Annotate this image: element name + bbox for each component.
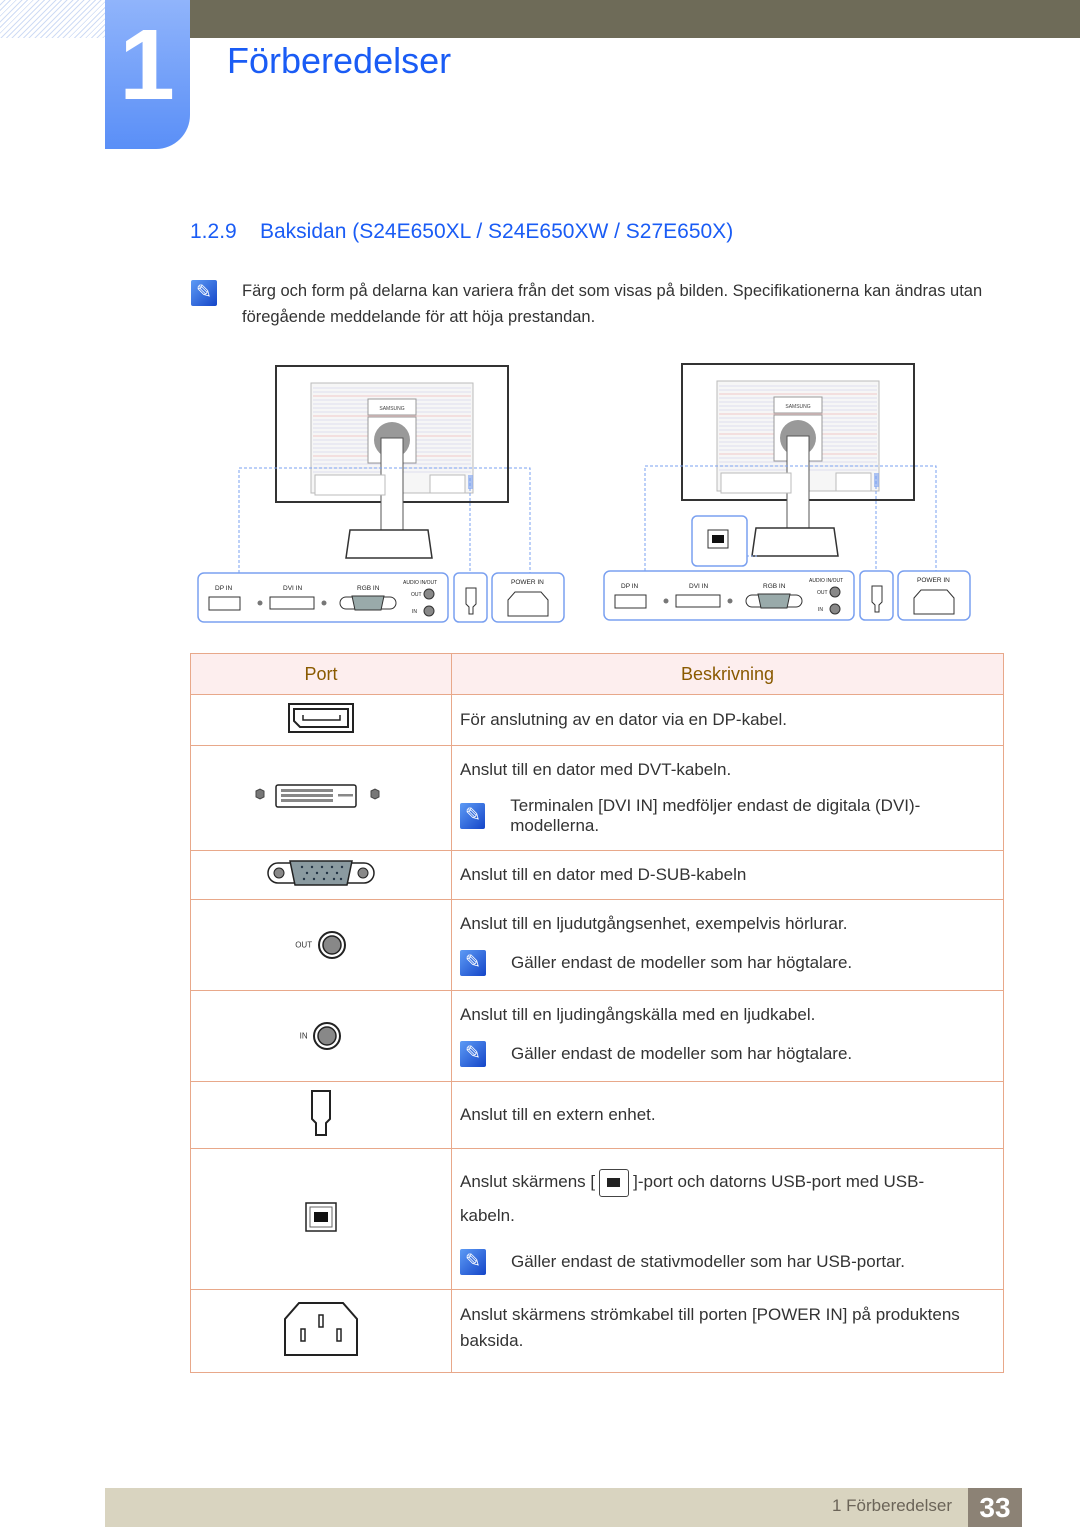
port-label: OUT [295, 940, 313, 950]
row-description: Anslut till en ljudingångskälla med en l… [451, 990, 1004, 1082]
brand-logo: SAMSUNG [379, 406, 404, 412]
description-text: Anslut till en dator med DVT-kabeln. [460, 760, 732, 779]
description-text: Anslut till en ljudingångskälla med en l… [460, 1005, 816, 1024]
brand-logo: SAMSUNG [785, 404, 810, 410]
port-label: AUDIO IN/OUT [809, 578, 843, 584]
note-icon [460, 1041, 486, 1067]
audio-out-port [423, 588, 435, 600]
page-number: 33 [968, 1488, 1022, 1527]
power-port-icon [190, 1289, 452, 1373]
dp-port [614, 594, 647, 609]
header-port: Port [190, 653, 452, 695]
section-title: 1.2.9 Baksidan (S24E650XL / S24E650XW / S… [190, 220, 733, 244]
note-text: Terminalen [DVI IN] medföljer endast de … [510, 796, 921, 835]
chapter-number: 1 [119, 9, 175, 121]
external-port-icon [190, 1081, 452, 1149]
port-label: RGB IN [763, 583, 786, 590]
monitor-back-diagram-2: SAMSUNG DP IN DVI IN RGB IN AUDIO IN/OUT OUT I… [596, 358, 986, 633]
section-heading: Baksidan (S24E650XL / S24E650XW / S27E65… [260, 220, 734, 243]
description-text: Anslut skärmens [ ]-port och datorns USB-… [460, 1165, 995, 1233]
audio-in-icon: IN [190, 990, 452, 1082]
note-text: Gäller endast de modeller som har högtal… [511, 1044, 853, 1063]
audio-in-port [829, 603, 841, 615]
stand-base [751, 527, 839, 557]
port-label: DVI IN [283, 585, 302, 592]
table-row: OUT Anslut till en ljudutgångsenhet, exe… [190, 899, 1004, 991]
text-before: Anslut skärmens [ [460, 1172, 596, 1191]
table-row: Anslut till en extern enhet. [190, 1081, 1004, 1149]
diagram-svg: SAMSUNG DP IN DVI IN RGB IN AUDIO IN/OUT OUT I… [603, 363, 971, 621]
port-label: AUDIO IN/OUT [403, 580, 437, 586]
port-label: POWER IN [917, 577, 950, 584]
table-header-row: Port Beskrivning [190, 653, 1004, 695]
page-footer: 1 Förberedelser 33 [105, 1488, 1022, 1527]
dvi-port-icon [190, 745, 452, 851]
note-icon [191, 280, 217, 306]
usb-b-port-icon [190, 1148, 452, 1290]
text-after: ]-port och datorns USB-port med USB- [633, 1172, 925, 1191]
row-description: Anslut till en ljudutgångsenhet, exempel… [451, 899, 1004, 991]
vga-port-icon [190, 850, 452, 900]
stand-base [345, 529, 433, 559]
note-icon [460, 950, 486, 976]
table-row: Anslut skärmens strömkabel till porten [… [190, 1289, 1004, 1373]
row-description: Anslut till en extern enhet. [451, 1081, 1004, 1149]
row-description: Anslut till en dator med D-SUB-kabeln [451, 850, 1004, 900]
port-label: OUT [817, 590, 828, 596]
usb-port-icon [599, 1168, 630, 1197]
power-port [913, 589, 955, 615]
chapter-badge: 1 [105, 0, 190, 149]
table-row: IN Anslut till en ljudingångskälla med e… [190, 990, 1004, 1082]
page: 1 Förberedelser 1.2.9 Baksidan (S24E650XL… [0, 0, 1080, 1527]
port-label: DVI IN [689, 583, 708, 590]
note-icon [460, 803, 486, 829]
monitor-back-diagram-1: SAMSUNG DP IN DVI IN RGB IN AUDIO IN/OUT OUT I… [190, 360, 580, 635]
note-text: Gäller endast de modeller som har högtal… [511, 953, 853, 972]
dvi-port [675, 594, 721, 608]
port-label: OUT [411, 592, 422, 598]
table-row: Anslut till en dator med DVT-kabeln. Term… [190, 745, 1004, 851]
row-description: Anslut till en dator med DVT-kabeln. Term… [451, 745, 1004, 851]
description-text: Anslut till en ljudutgångsenhet, exempel… [460, 914, 848, 933]
table-row: Anslut skärmens [ ]-port och datorns USB-… [190, 1148, 1004, 1290]
port-label: DP IN [621, 583, 639, 590]
power-port [507, 591, 549, 617]
footer-chapter: 1 Förberedelser [831, 1496, 952, 1515]
row-description: Anslut skärmens [ ]-port och datorns USB-… [451, 1148, 1004, 1290]
port-label: POWER IN [511, 579, 544, 586]
table-row: För anslutning av en dator via en DP-kab… [190, 694, 1004, 746]
header-hatch [0, 0, 105, 38]
displayport-icon [190, 694, 452, 746]
port-label: IN [412, 609, 417, 615]
header-description: Beskrivning [451, 653, 1004, 695]
intro-note: Färg och form på delarna kan variera frå… [242, 282, 983, 326]
audio-out-port [829, 586, 841, 598]
header-bar [190, 0, 1080, 38]
dp-port [208, 596, 241, 611]
port-label: IN [299, 1031, 308, 1041]
port-label: DP IN [215, 585, 233, 592]
row-description: Anslut skärmens strömkabel till porten [… [451, 1289, 1004, 1373]
diagram-svg: SAMSUNG DP IN DVI IN RGB IN AUDIO IN/OUT OUT I… [197, 365, 565, 623]
port-label: IN [818, 607, 823, 613]
port-label: RGB IN [357, 585, 380, 592]
text-cont: kabeln. [460, 1206, 515, 1225]
audio-out-icon: OUT [190, 899, 452, 991]
port-table: Port Beskrivning För anslutning av en da… [190, 653, 1004, 1373]
table-row: Anslut till en dator med D-SUB-kabeln [190, 850, 1004, 900]
audio-in-port [423, 605, 435, 617]
note-text: Gäller endast de stativmodeller som har … [511, 1252, 906, 1271]
section-number: 1.2.9 [190, 220, 237, 243]
note-icon [460, 1249, 486, 1275]
dvi-port [269, 596, 315, 610]
chapter-title: Förberedelser [227, 40, 452, 81]
row-description: För anslutning av en dator via en DP-kab… [451, 694, 1004, 746]
